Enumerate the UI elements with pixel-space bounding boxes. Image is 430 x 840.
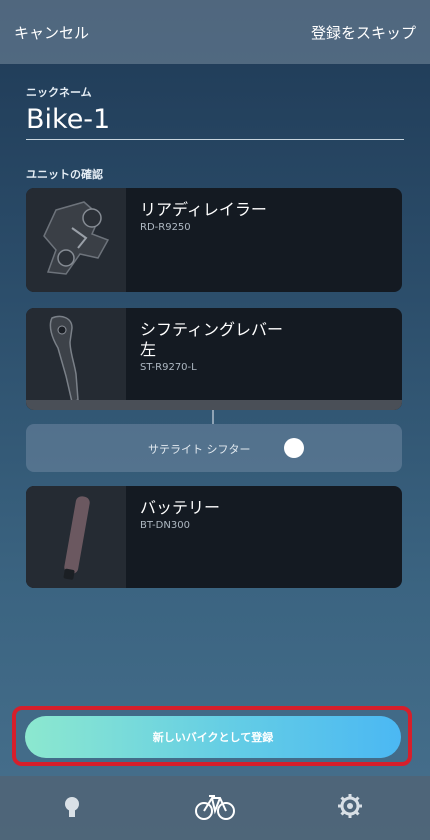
- cancel-button[interactable]: キャンセル: [14, 22, 89, 43]
- card-footer-strip: [26, 400, 402, 410]
- unit-card-rear-derailleur[interactable]: リアディレイラー RD-R9250: [26, 188, 402, 292]
- unit-model: BT-DN300: [140, 520, 190, 531]
- satellite-shifter-toggle[interactable]: [284, 438, 304, 458]
- tab-tips[interactable]: [42, 784, 102, 830]
- unit-card-shifting-lever[interactable]: シフティングレバー 左 ST-R9270-L: [26, 308, 402, 410]
- unit-card-battery[interactable]: バッテリー BT-DN300: [26, 486, 402, 588]
- shifting-lever-image: [26, 308, 126, 410]
- nickname-underline: [26, 139, 404, 140]
- skip-registration-button[interactable]: 登録をスキップ: [311, 22, 416, 43]
- unit-name: バッテリー: [140, 498, 221, 517]
- bicycle-icon: [195, 795, 235, 820]
- nickname-field[interactable]: Bike-1: [26, 104, 110, 135]
- tab-settings[interactable]: [320, 784, 380, 830]
- unit-model: ST-R9270-L: [140, 362, 197, 373]
- bottom-tab-bar: [0, 776, 430, 840]
- top-bar: キャンセル 登録をスキップ: [0, 0, 430, 64]
- register-new-bike-button[interactable]: 新しいバイクとして登録: [25, 716, 401, 758]
- tab-bike[interactable]: [185, 784, 245, 830]
- gear-icon: [338, 794, 362, 818]
- lightbulb-icon: [65, 797, 79, 817]
- unit-name-line1: シフティングレバー: [140, 320, 284, 339]
- unit-model: RD-R9250: [140, 222, 191, 233]
- unit-section-label: ユニットの確認: [26, 168, 103, 181]
- unit-name: リアディレイラー: [140, 200, 267, 219]
- satellite-shifter-row[interactable]: サテライト シフター: [26, 424, 402, 472]
- nickname-label: ニックネーム: [26, 86, 92, 99]
- satellite-shifter-label: サテライト シフター: [148, 443, 251, 456]
- battery-image: [26, 486, 126, 588]
- rear-derailleur-image: [26, 188, 126, 292]
- connector-line: [212, 410, 214, 424]
- unit-name-line2: 左: [140, 340, 157, 359]
